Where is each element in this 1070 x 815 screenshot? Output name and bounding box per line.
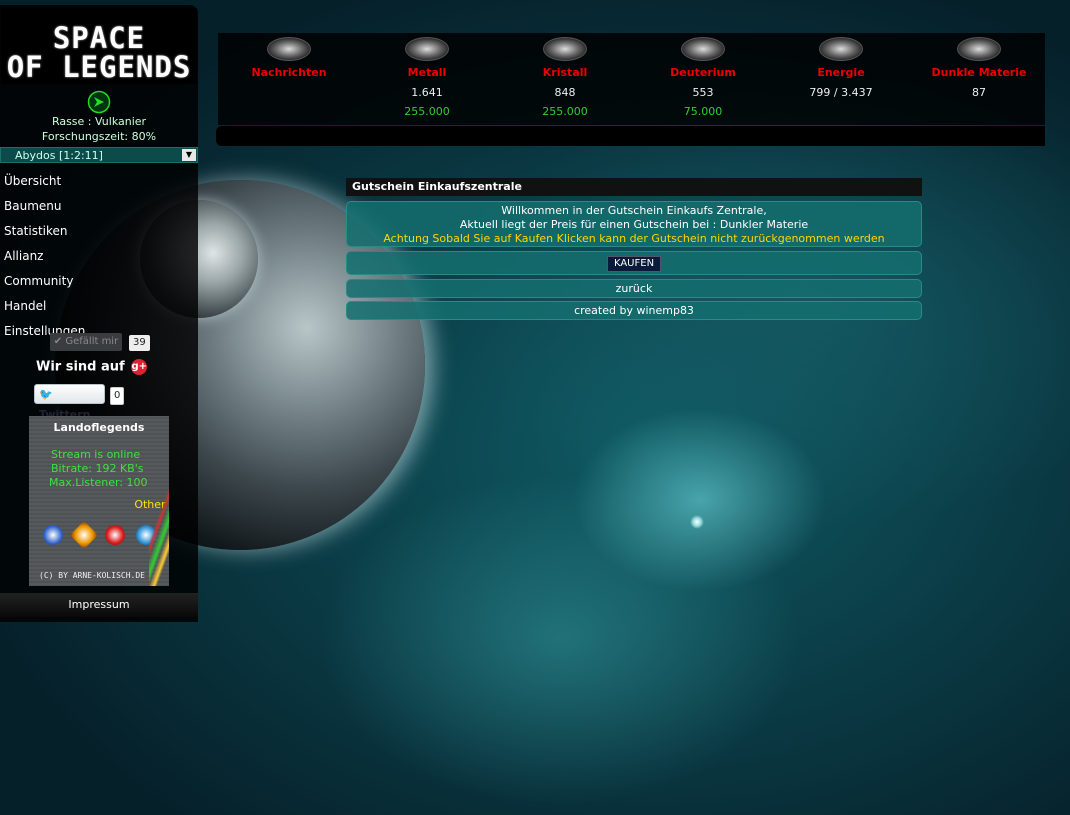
welcome-text: Willkommen in der Gutschein Einkaufs Zen… xyxy=(501,204,767,217)
menu-item-baumenu[interactable]: Baumenu xyxy=(0,194,198,219)
menu-item-handel[interactable]: Handel xyxy=(0,294,198,319)
resource-energy: Energie 799 / 3.437 xyxy=(772,33,910,99)
logo-line-2: OF LEGENDS xyxy=(6,50,192,84)
research-time: Forschungszeit: 80% xyxy=(41,130,157,143)
price-unit: Dunkler Materie xyxy=(719,218,809,231)
game-logo[interactable]: SPACE OF LEGENDS xyxy=(1,8,197,84)
radio-widget[interactable]: Landoflegends Stream is online Bitrate: … xyxy=(29,416,169,586)
google-plus-icon[interactable]: g+ xyxy=(131,359,148,375)
like-button[interactable]: ✔ Gefällt mir xyxy=(50,333,122,351)
resource-deuterium: Deuterium 553 75.000 xyxy=(634,33,772,118)
back-link[interactable]: zurück xyxy=(346,279,922,298)
dark-matter-icon xyxy=(957,37,1001,61)
main-menu: Übersicht Baumenu Statistiken Allianz Co… xyxy=(0,169,198,344)
tweet-button[interactable]: 🐦Twittern xyxy=(34,384,105,421)
resource-value: 1.641 xyxy=(411,86,443,99)
welcome-box: Willkommen in der Gutschein Einkaufs Zen… xyxy=(346,201,922,247)
resource-metal: Metall 1.641 255.000 xyxy=(358,33,496,118)
menu-item-uebersicht[interactable]: Übersicht xyxy=(0,169,198,194)
gplus-label: Wir sind auf xyxy=(36,359,125,375)
resource-name: Kristall xyxy=(542,66,588,79)
logo-line-1: SPACE xyxy=(52,21,146,55)
chevron-down-icon[interactable]: ▼ xyxy=(182,149,196,161)
star-glow xyxy=(690,515,704,529)
price-text: Aktuell liegt der Preis für einen Gutsch… xyxy=(459,218,717,231)
resource-value: 799 / 3.437 xyxy=(809,86,873,99)
credit-text: created by winemp83 xyxy=(346,301,922,320)
resource-name: Dunkle Materie xyxy=(931,66,1027,79)
resource-name: Metall xyxy=(407,66,447,79)
radio-status: Stream is online xyxy=(51,448,141,461)
resource-bar: Nachrichten Metall 1.641 255.000 Kristal… xyxy=(218,33,1045,125)
like-count: 39 xyxy=(129,335,150,351)
radio-listeners: Max.Listener: 100 xyxy=(49,476,148,489)
media-player-icon[interactable] xyxy=(42,525,63,545)
flash-player-icon[interactable] xyxy=(104,525,125,545)
resource-value: 848 xyxy=(554,86,576,99)
gplus-link[interactable]: Wir sind auf g+ xyxy=(36,359,148,375)
messages-icon[interactable] xyxy=(267,37,311,61)
resource-production: 75.000 xyxy=(683,105,723,118)
warning-text: Achtung Sobald Sie auf Kaufen Klicken ka… xyxy=(383,232,885,245)
buy-row: KAUFEN xyxy=(346,251,922,275)
resource-dark-matter: Dunkle Materie 87 xyxy=(910,33,1048,99)
energy-icon xyxy=(819,37,863,61)
resource-bar-footer xyxy=(216,126,1045,146)
resource-value: 553 xyxy=(692,86,714,99)
deuterium-icon xyxy=(681,37,725,61)
resource-value: 87 xyxy=(972,86,986,99)
radio-other: Other Ep xyxy=(29,498,169,511)
radio-title: Landoflegends xyxy=(53,421,145,434)
menu-item-statistiken[interactable]: Statistiken xyxy=(0,219,198,244)
resource-messages[interactable]: Nachrichten xyxy=(220,33,358,79)
buy-button[interactable]: KAUFEN xyxy=(606,256,662,272)
planet-select-value: Abydos [1:2:11] xyxy=(15,149,103,162)
crystal-icon xyxy=(543,37,587,61)
radio-copyright: (C) BY ARNE-KOLISCH.DE xyxy=(39,571,145,580)
race-label: Rasse : Vulkanier xyxy=(51,115,147,128)
tweet-count: 0 xyxy=(110,387,125,405)
price-line: Aktuell liegt der Preis für einen Gutsch… xyxy=(347,218,921,232)
metal-icon xyxy=(405,37,449,61)
planet-select[interactable]: Abydos [1:2:11] ▼ xyxy=(0,147,198,163)
twitter-bird-icon: 🐦 xyxy=(39,388,53,401)
winamp-icon[interactable] xyxy=(69,520,98,550)
resource-name: Deuterium xyxy=(670,66,736,79)
radio-bitrate: Bitrate: 192 KB's xyxy=(51,462,144,475)
resource-name: Nachrichten xyxy=(251,66,327,79)
player-icons xyxy=(29,520,169,550)
page-title: Gutschein Einkaufszentrale xyxy=(346,178,922,196)
impressum-link[interactable]: Impressum xyxy=(0,593,198,617)
radio-stripes xyxy=(149,476,169,586)
resource-crystal: Kristall 848 255.000 xyxy=(496,33,634,118)
resource-name: Energie xyxy=(817,66,865,79)
race-icon xyxy=(87,90,111,114)
like-label: Gefällt mir xyxy=(65,336,119,347)
menu-item-community[interactable]: Community xyxy=(0,269,198,294)
resource-production: 255.000 xyxy=(542,105,588,118)
resource-production: 255.000 xyxy=(404,105,450,118)
menu-item-allianz[interactable]: Allianz xyxy=(0,244,198,269)
